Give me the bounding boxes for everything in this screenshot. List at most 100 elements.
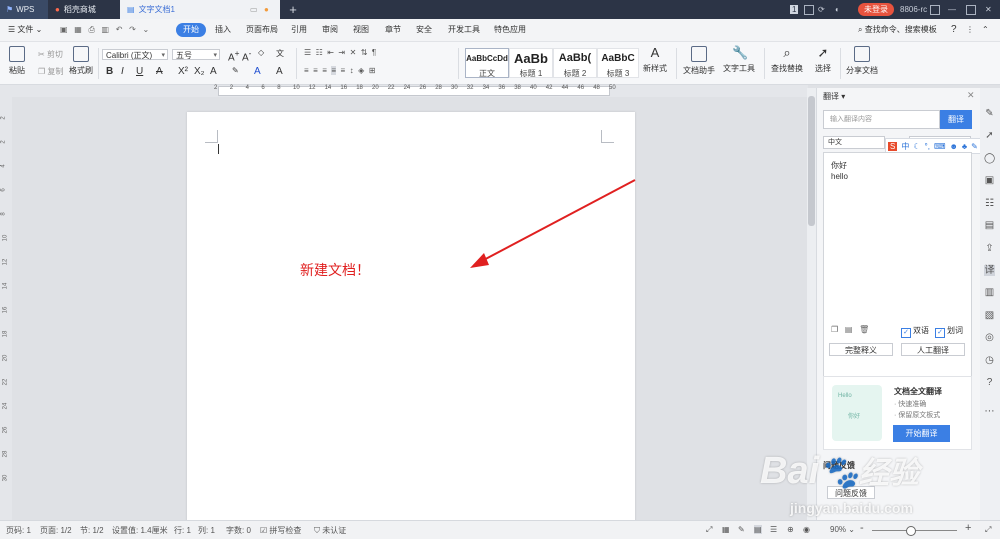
bold-icon[interactable]: B bbox=[106, 66, 113, 77]
tab-wps-home[interactable]: ⚑ WPS bbox=[0, 0, 48, 19]
tab-security[interactable]: 安全 bbox=[416, 19, 432, 41]
tab-view[interactable]: 视图 bbox=[353, 19, 369, 41]
strikethrough-icon[interactable]: A bbox=[156, 66, 163, 77]
status-words[interactable]: 字数: 0 bbox=[226, 525, 251, 536]
tab-special-apps[interactable]: 特色应用 bbox=[494, 19, 526, 41]
style-heading-3[interactable]: AaBbC 标题 3 bbox=[597, 48, 639, 78]
delete-icon[interactable]: 🗑 bbox=[859, 325, 869, 334]
spell-check-button[interactable]: ☑ 拼写检查 bbox=[260, 525, 301, 536]
source-language-select[interactable]: 中文 bbox=[823, 136, 885, 149]
insert-icon[interactable]: ▤ bbox=[845, 325, 853, 334]
collapse-ribbon-icon[interactable]: ⌃ bbox=[982, 19, 989, 41]
fullscreen-icon[interactable]: ⤢ bbox=[985, 525, 991, 535]
word-select-checkbox[interactable]: ✓ 划词 bbox=[935, 325, 963, 338]
pointer-icon[interactable]: ➚ bbox=[984, 130, 995, 141]
chinese-layout-icon[interactable]: ✕ bbox=[350, 48, 357, 57]
char-shading-icon[interactable]: A bbox=[276, 66, 283, 77]
close-icon[interactable]: ✕ bbox=[985, 0, 992, 19]
sort-icon[interactable]: ⇅ bbox=[361, 48, 368, 57]
superscript-icon[interactable]: X² bbox=[178, 66, 188, 77]
tab-review[interactable]: 审阅 bbox=[322, 19, 338, 41]
decrease-indent-icon[interactable]: ⇤ bbox=[327, 48, 334, 57]
layout-icon[interactable] bbox=[930, 0, 940, 19]
customize-icon[interactable]: ⌄ bbox=[143, 25, 150, 34]
tab-document[interactable]: ▤ 文字文档1 ▭ ● bbox=[120, 0, 280, 19]
new-tab-button[interactable]: + bbox=[286, 0, 300, 19]
shading-icon[interactable]: ◈ bbox=[358, 66, 364, 75]
picture-icon[interactable]: ▧ bbox=[984, 310, 995, 321]
template-icon[interactable]: ▥ bbox=[984, 287, 995, 298]
shrink-font-icon[interactable]: A- bbox=[242, 48, 251, 63]
vertical-ruler[interactable]: 2 2 4 6 8 10 12 14 16 18 20 22 24 26 28 30 bbox=[0, 97, 12, 520]
punctuation-icon[interactable]: °, bbox=[925, 142, 930, 151]
save-icon[interactable]: ▣ bbox=[60, 25, 68, 34]
zoom-out-button[interactable]: - bbox=[860, 522, 864, 534]
help-icon[interactable]: ? bbox=[984, 377, 995, 388]
zoom-slider-handle[interactable] bbox=[906, 526, 916, 536]
text-effect-icon[interactable]: A bbox=[210, 66, 217, 77]
tab-insert[interactable]: 插入 bbox=[215, 19, 231, 41]
tools-icon[interactable]: ✎ bbox=[971, 142, 978, 151]
pen-icon[interactable]: ✎ bbox=[738, 525, 745, 534]
undo-icon[interactable]: ↶ bbox=[116, 25, 123, 34]
skin-icon[interactable]: ◐ bbox=[835, 0, 840, 19]
file-menu[interactable]: ☰ 文件 ⌄ bbox=[8, 19, 42, 41]
format-painter-button[interactable]: 格式刷 bbox=[68, 46, 94, 76]
align-left-icon[interactable]: ≡ bbox=[304, 66, 309, 75]
copy-icon[interactable]: ❐ bbox=[831, 325, 838, 334]
redo-icon[interactable]: ↷ bbox=[129, 25, 136, 34]
tab-docer-mall[interactable]: ● 稻壳商城 bbox=[49, 0, 119, 19]
image-icon[interactable]: ▣ bbox=[984, 175, 995, 186]
align-center-icon[interactable]: ≡ bbox=[313, 66, 318, 75]
scrollbar-thumb[interactable] bbox=[808, 96, 815, 226]
border-icon[interactable]: ⊞ bbox=[369, 66, 376, 75]
numbering-icon[interactable]: ☷ bbox=[316, 48, 323, 57]
sync-icon[interactable]: ⟳ bbox=[818, 0, 825, 19]
more-icon[interactable]: ⋯ bbox=[984, 406, 995, 417]
web-view-icon[interactable]: ⊕ bbox=[787, 525, 794, 534]
maximize-icon[interactable] bbox=[966, 0, 976, 19]
bullets-icon[interactable]: ☰ bbox=[304, 48, 311, 57]
new-style-button[interactable]: A 新样式 bbox=[640, 46, 670, 74]
fit-icon[interactable]: ⤢ bbox=[706, 525, 712, 535]
status-page[interactable]: 页码: 1 bbox=[6, 525, 31, 536]
start-translate-button[interactable]: 开始翻译 bbox=[893, 425, 950, 442]
translate-button[interactable]: 翻译 bbox=[940, 110, 972, 129]
help-button[interactable]: ? bbox=[951, 19, 957, 41]
share-button[interactable]: 分享文档 bbox=[844, 46, 880, 76]
edit-icon[interactable]: ✎ bbox=[984, 108, 995, 119]
style-icon[interactable]: ◯ bbox=[984, 153, 995, 164]
moon-icon[interactable]: ☾ bbox=[913, 142, 920, 151]
italic-icon[interactable]: I bbox=[121, 66, 124, 77]
cert-status[interactable]: ⛉ 未认证 bbox=[314, 525, 346, 536]
status-row[interactable]: 行: 1 bbox=[174, 525, 191, 536]
shirt-icon[interactable]: ♣ bbox=[962, 142, 967, 151]
tab-references[interactable]: 引用 bbox=[291, 19, 307, 41]
settings-icon[interactable]: ☷ bbox=[984, 198, 995, 209]
paste-button[interactable]: 粘贴 bbox=[6, 46, 28, 76]
horizontal-ruler[interactable]: 2 2 4 6 8 10 12 14 16 18 20 22 24 26 28 30 32 34 36 38 40 42 4… bbox=[0, 85, 808, 97]
user-icon[interactable]: ☻ bbox=[949, 142, 957, 151]
translate-input[interactable]: 输入翻译内容 bbox=[823, 110, 940, 129]
doc-assistant-button[interactable]: 文档助手 bbox=[682, 46, 716, 76]
eye-icon[interactable]: ◉ bbox=[803, 525, 810, 534]
minimize-icon[interactable]: — bbox=[948, 0, 956, 19]
more-icon[interactable]: ⋮ bbox=[966, 19, 974, 41]
select-button[interactable]: ➚ 选择 bbox=[808, 46, 838, 74]
highlight-icon[interactable]: ✎ bbox=[232, 66, 239, 75]
table-icon[interactable]: ▦ bbox=[722, 525, 730, 534]
align-right-icon[interactable]: ≡ bbox=[322, 66, 327, 75]
tab-page-layout[interactable]: 页面布局 bbox=[246, 19, 278, 41]
window-switch-icon[interactable] bbox=[804, 0, 814, 19]
cut-button[interactable]: ✂ 剪切 bbox=[38, 49, 63, 60]
style-heading-1[interactable]: AaBb 标题 1 bbox=[509, 48, 553, 78]
tab-chapter[interactable]: 章节 bbox=[385, 19, 401, 41]
translate-icon[interactable]: 译 bbox=[984, 265, 995, 276]
justify-icon[interactable]: ≡ bbox=[331, 66, 337, 75]
style-normal[interactable]: AaBbCcDd 正文 bbox=[465, 48, 509, 78]
zoom-in-button[interactable]: + bbox=[965, 522, 971, 534]
underline-icon[interactable]: U bbox=[136, 66, 143, 77]
phonetic-icon[interactable]: 文 bbox=[276, 48, 284, 59]
find-replace-button[interactable]: ⌕ 查找替换 bbox=[768, 46, 806, 74]
panel-close-icon[interactable]: ✕ bbox=[967, 90, 975, 101]
